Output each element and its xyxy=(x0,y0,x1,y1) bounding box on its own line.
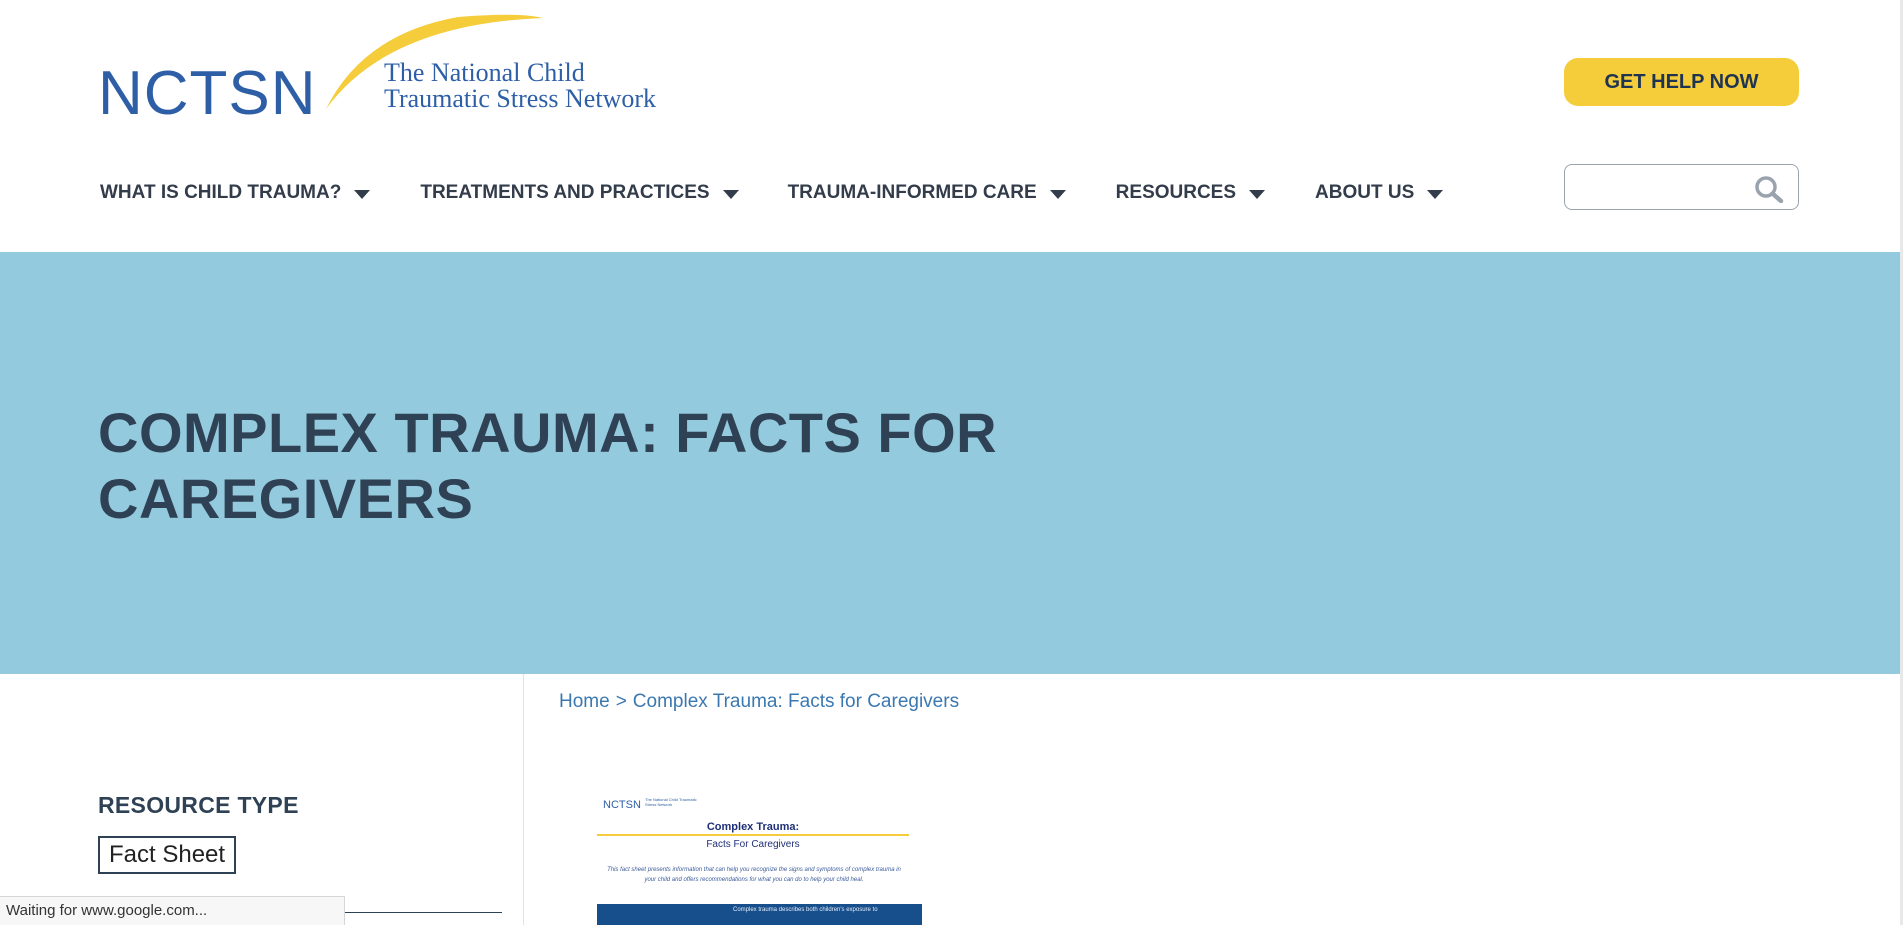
thumbnail-logo-acronym: NCTSN xyxy=(603,799,641,811)
breadcrumb-home-link[interactable]: Home xyxy=(559,691,610,713)
search-icon[interactable] xyxy=(1754,175,1784,204)
logo-acronym: NCTSN xyxy=(98,59,317,128)
resource-type-tag[interactable]: Fact Sheet xyxy=(98,836,237,874)
nav-label: TREATMENTS AND PRACTICES xyxy=(420,182,710,203)
main-nav: WHAT IS CHILD TRAUMA? TREATMENTS AND PRA… xyxy=(100,178,1444,208)
caret-down-icon xyxy=(1427,189,1444,199)
get-help-now-button[interactable]: GET HELP NOW xyxy=(1564,58,1799,106)
caret-down-icon xyxy=(1049,189,1066,199)
caret-down-icon xyxy=(354,189,371,199)
nctsn-logo[interactable]: NCTSN The National Child Traumatic Stres… xyxy=(98,14,668,125)
nav-label: RESOURCES xyxy=(1115,182,1237,203)
thumbnail-heading: Complex Trauma: xyxy=(706,821,800,833)
caret-down-icon xyxy=(722,189,739,199)
nav-label: TRAUMA-INFORMED CARE xyxy=(787,182,1037,203)
search-box xyxy=(1564,164,1799,210)
page-title: COMPLEX TRAUMA: FACTS FOR CAREGIVERS xyxy=(98,400,998,532)
site-header: NCTSN The National Child Traumatic Stres… xyxy=(0,0,1900,252)
logo-line-2: Traumatic Stress Network xyxy=(384,84,657,113)
logo-line-1: The National Child xyxy=(384,58,585,87)
thumbnail-band: Complex trauma describes both children's… xyxy=(597,904,922,925)
browser-status-bar: Waiting for www.google.com... xyxy=(0,896,345,925)
nav-item-trauma-informed-care[interactable]: TRAUMA-INFORMED CARE xyxy=(788,182,1066,204)
thumbnail-band-text: Complex trauma describes both children's… xyxy=(733,907,878,913)
page-title-line-1: COMPLEX TRAUMA: FACTS FOR xyxy=(98,401,998,464)
thumbnail-body: This fact sheet presents information tha… xyxy=(607,867,901,883)
nav-item-about-us[interactable]: ABOUT US xyxy=(1315,182,1444,204)
thumbnail-subheading: Facts For Caregivers xyxy=(706,839,800,850)
hero-banner: COMPLEX TRAUMA: FACTS FOR CAREGIVERS xyxy=(0,252,1900,674)
breadcrumb: Home > Complex Trauma: Facts for Caregiv… xyxy=(559,691,959,713)
page-title-line-2: CAREGIVERS xyxy=(98,467,474,530)
nav-label: ABOUT US xyxy=(1315,182,1415,203)
sidebar-separator xyxy=(340,912,502,913)
search-input[interactable] xyxy=(1575,173,1755,201)
caret-down-icon xyxy=(1249,189,1266,199)
breadcrumb-current-link[interactable]: Complex Trauma: Facts for Caregivers xyxy=(633,691,959,713)
nav-item-treatments-and-practices[interactable]: TREATMENTS AND PRACTICES xyxy=(420,182,739,204)
nav-item-resources[interactable]: RESOURCES xyxy=(1115,182,1266,204)
sidebar-divider xyxy=(523,674,524,925)
thumbnail-rule xyxy=(597,834,909,836)
nav-item-what-is-child-trauma[interactable]: WHAT IS CHILD TRAUMA? xyxy=(100,182,371,204)
nav-label: WHAT IS CHILD TRAUMA? xyxy=(100,182,342,203)
document-thumbnail[interactable]: NCTSN The National Child Traumatic Stres… xyxy=(597,785,922,925)
thumbnail-logo-subtitle: The National Child Traumatic Stress Netw… xyxy=(645,797,697,807)
breadcrumb-separator: > xyxy=(615,691,627,712)
resource-type-heading: RESOURCE TYPE xyxy=(98,792,299,818)
